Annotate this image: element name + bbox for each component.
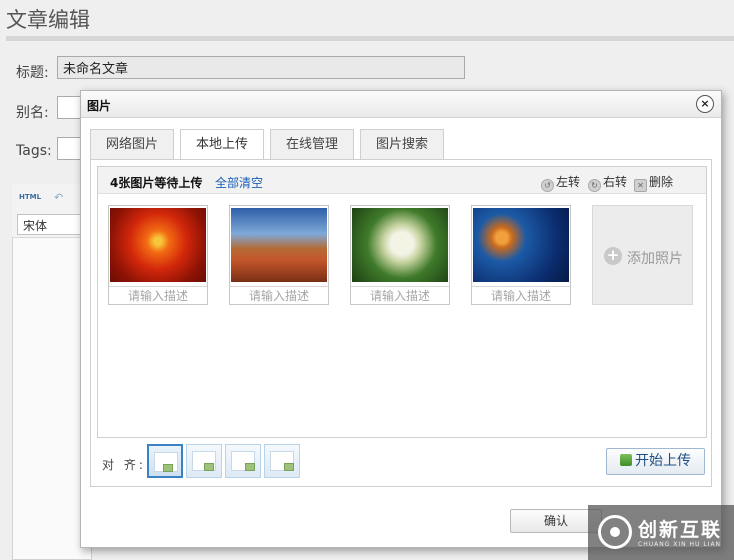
hydrangea-photo[interactable]	[352, 208, 448, 282]
alias-label: 别名:	[16, 105, 49, 121]
waiting-count: 4张图片等待上传	[110, 176, 203, 190]
tags-label: Tags:	[16, 143, 52, 159]
tab-image-search[interactable]: 图片搜索	[360, 129, 444, 160]
red-flower-photo[interactable]	[110, 208, 206, 282]
rotate-left-button[interactable]: ↺ 左转	[541, 173, 580, 192]
font-family-select[interactable]: 宋体	[17, 214, 87, 235]
rotate-right-button[interactable]: ↻ 右转	[588, 173, 627, 192]
photo-item[interactable]: 请输入描述	[350, 205, 450, 305]
delete-label: 删除	[649, 175, 674, 189]
tab-online-manage[interactable]: 在线管理	[270, 129, 354, 160]
align-left-icon	[192, 451, 216, 471]
photo-item[interactable]: 请输入描述	[108, 205, 208, 305]
photo-item[interactable]: 请输入描述	[471, 205, 571, 305]
rotate-right-icon: ↻	[588, 179, 601, 192]
watermark-name: 创新互联	[638, 519, 723, 541]
watermark-logo-icon	[598, 515, 632, 549]
upload-icon	[620, 454, 632, 466]
upload-panel: 4张图片等待上传 全部清空 ↺ 左转 ↻ 右转 ✕ 删除 请输入描述 请输入描述 请输…	[90, 159, 712, 487]
align-right-icon	[231, 451, 255, 471]
align-none-option[interactable]	[147, 444, 183, 478]
align-right-option[interactable]	[225, 444, 261, 478]
add-photo-button[interactable]: + 添加照片	[592, 205, 693, 305]
close-icon: ×	[700, 97, 710, 110]
start-upload-label: 开始上传	[635, 453, 691, 469]
page-title: 文章编辑	[6, 8, 90, 32]
rotate-left-icon: ↺	[541, 179, 554, 192]
photo-description-input[interactable]: 请输入描述	[109, 286, 207, 304]
undo-icon[interactable]: ↶	[54, 191, 63, 204]
watermark: 创新互联 CHUANG XIN HU LIAN	[588, 505, 734, 560]
title-divider	[6, 36, 734, 41]
dialog-title: 图片	[87, 99, 112, 113]
align-center-icon	[270, 451, 294, 471]
jellyfish-photo[interactable]	[473, 208, 569, 282]
align-none-icon	[154, 452, 178, 472]
title-input[interactable]	[57, 56, 465, 79]
close-button[interactable]: ×	[696, 95, 714, 113]
photo-description-input[interactable]: 请输入描述	[230, 286, 328, 304]
plus-icon: +	[604, 247, 622, 265]
desert-photo[interactable]	[231, 208, 327, 282]
start-upload-button[interactable]: 开始上传	[606, 448, 705, 475]
rotate-right-label: 右转	[603, 175, 628, 189]
title-label: 标题:	[16, 65, 49, 81]
align-label: 对 齐:	[102, 458, 146, 472]
dialog-header: 图片 ×	[81, 91, 721, 118]
align-left-option[interactable]	[186, 444, 222, 478]
tab-network-image[interactable]: 网络图片	[90, 129, 174, 160]
align-center-option[interactable]	[264, 444, 300, 478]
html-source-button[interactable]: HTML	[19, 193, 41, 201]
photo-description-input[interactable]: 请输入描述	[351, 286, 449, 304]
upload-queue: 4张图片等待上传 全部清空 ↺ 左转 ↻ 右转 ✕ 删除 请输入描述 请输入描述 请输…	[97, 166, 707, 438]
upload-header: 4张图片等待上传 全部清空 ↺ 左转 ↻ 右转 ✕ 删除	[98, 167, 706, 194]
watermark-pinyin: CHUANG XIN HU LIAN	[638, 541, 722, 548]
delete-button[interactable]: ✕ 删除	[634, 173, 673, 192]
photo-item[interactable]: 请输入描述	[229, 205, 329, 305]
photo-description-input[interactable]: 请输入描述	[472, 286, 570, 304]
delete-icon: ✕	[634, 179, 647, 192]
rotate-left-label: 左转	[556, 175, 581, 189]
clear-all-link[interactable]: 全部清空	[215, 174, 263, 191]
image-dialog: 图片 × 网络图片 本地上传 在线管理 图片搜索 4张图片等待上传 全部清空 ↺…	[80, 90, 722, 548]
add-photo-label: 添加照片	[627, 251, 683, 267]
tab-local-upload[interactable]: 本地上传	[180, 129, 264, 161]
